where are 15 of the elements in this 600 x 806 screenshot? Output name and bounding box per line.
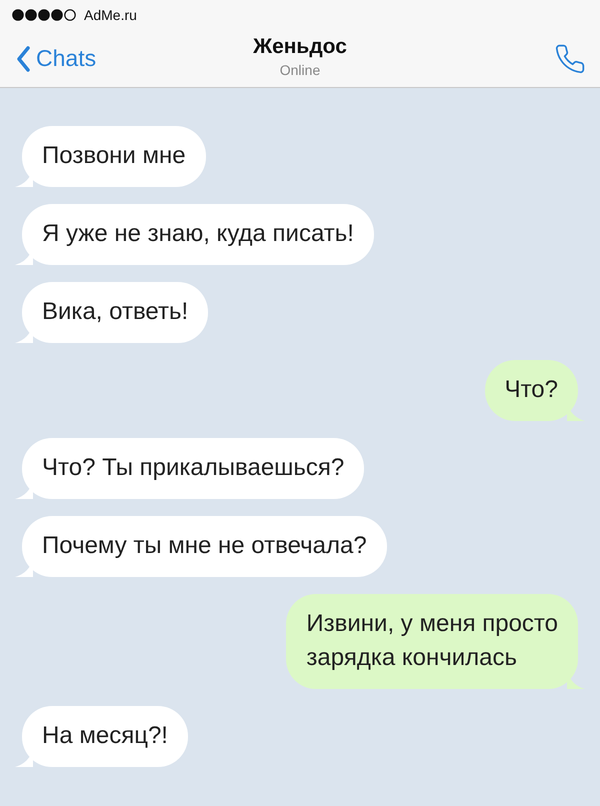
- chat-status: Online: [280, 61, 320, 80]
- received-message: На месяц?!: [22, 706, 188, 767]
- signal-icon: [12, 9, 76, 21]
- received-message: Почему ты мне не отвечала?: [22, 516, 387, 577]
- received-message: Что? Ты прикалываешься?: [22, 438, 364, 499]
- received-message: Вика, ответь!: [22, 282, 208, 343]
- back-link[interactable]: Chats: [16, 45, 96, 72]
- received-message: Я уже не знаю, куда писать!: [22, 204, 374, 265]
- sent-message: Извини, у меня просто зарядка кончилась: [286, 594, 578, 689]
- carrier-name: AdMe.ru: [84, 7, 137, 23]
- sent-message: Что?: [484, 360, 578, 421]
- received-message: Позвони мне: [22, 126, 206, 187]
- chat-title: Женьдос: [253, 34, 347, 60]
- phone-icon[interactable]: [554, 42, 586, 74]
- chevron-left-icon: [16, 46, 30, 72]
